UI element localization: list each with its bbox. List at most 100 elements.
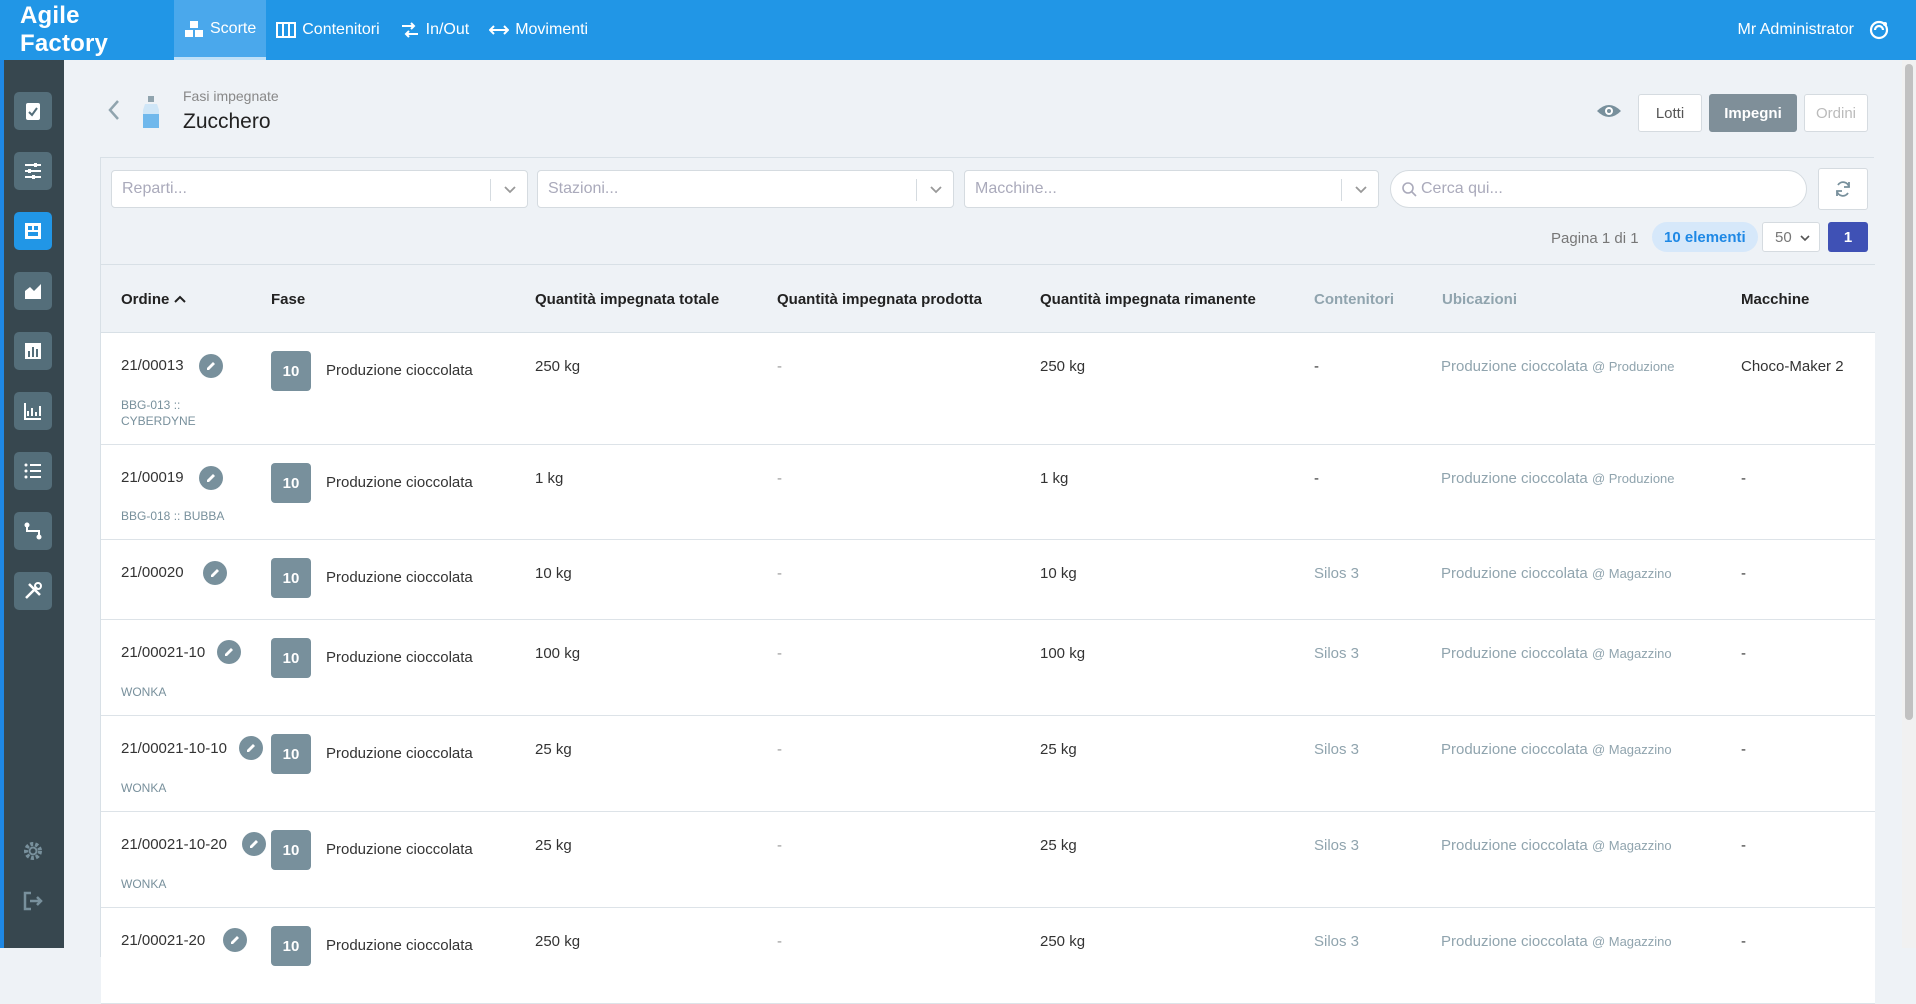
sidebar-item-reports[interactable] (14, 332, 52, 370)
nav-label: Movimenti (515, 21, 589, 38)
edit-button[interactable] (199, 354, 223, 378)
lotti-button[interactable]: Lotti (1638, 94, 1702, 132)
sidebar-item-logout[interactable] (18, 886, 48, 916)
scrollbar-thumb[interactable] (1905, 64, 1913, 720)
impegni-button[interactable]: Impegni (1709, 94, 1797, 132)
table-row[interactable]: 21/00021-20 10 Produzione cioccolata 250… (101, 908, 1875, 1004)
order-number[interactable]: 21/00021-10-10 (121, 740, 227, 757)
per-page-select[interactable]: 50 (1762, 222, 1820, 252)
column-fase[interactable]: Fase (271, 265, 305, 333)
contenitori-value[interactable]: Silos 3 (1314, 933, 1359, 950)
search-placeholder: Cerca qui... (1421, 180, 1503, 197)
nav-item-contenitori[interactable]: Contenitori (266, 0, 389, 60)
nav-item-movimenti[interactable]: Movimenti (479, 0, 598, 60)
order-number[interactable]: 21/00021-10 (121, 644, 205, 661)
ubicazione-name: Produzione cioccolata (1441, 933, 1588, 950)
ubicazione-place: @ Produzione (1591, 471, 1675, 486)
sidebar-item-list[interactable] (14, 452, 52, 490)
ubicazione-name: Produzione cioccolata (1441, 565, 1588, 582)
order-number[interactable]: 21/00021-20 (121, 932, 205, 949)
edit-button[interactable] (239, 736, 263, 760)
edit-button[interactable] (242, 832, 266, 856)
edit-button[interactable] (203, 561, 227, 585)
table-row[interactable]: 21/00019 BBG-018 :: BUBBA 10 Produzione … (101, 445, 1875, 540)
nav-label: In/Out (425, 21, 470, 38)
edit-button[interactable] (199, 466, 223, 490)
ordini-button[interactable]: Ordini (1804, 94, 1868, 132)
vertical-scrollbar[interactable] (1902, 60, 1916, 948)
table-row[interactable]: 21/00013 BBG-013 :: CYBERDYNE 10 Produzi… (101, 333, 1875, 445)
line-chart-icon (24, 403, 41, 420)
refresh-button[interactable] (1818, 168, 1868, 210)
edit-button[interactable] (217, 640, 241, 664)
select-separator (490, 179, 491, 201)
phase-name: Produzione cioccolata (326, 745, 473, 762)
breadcrumb[interactable]: Fasi impegnate (183, 88, 279, 104)
phase-number-badge: 10 (271, 463, 311, 503)
top-bar: Agile Factory Scorte Contenitori In/Out … (0, 0, 1916, 60)
search-input[interactable]: Cerca qui... (1390, 170, 1807, 208)
qt-totale: 250 kg (535, 933, 581, 950)
sidebar-item-routing[interactable] (14, 512, 52, 550)
order-number[interactable]: 21/00013 (121, 357, 184, 374)
contenitori-value[interactable]: Silos 3 (1314, 741, 1359, 758)
order-number[interactable]: 21/00019 (121, 469, 184, 486)
nav-item-in-out[interactable]: In/Out (390, 0, 480, 60)
arrows-icon (489, 25, 510, 35)
column-macchine[interactable]: Macchine (1741, 265, 1809, 333)
user-menu[interactable]: Mr Administrator (1738, 0, 1890, 60)
ubicazione-value: Produzione cioccolata @ Produzione (1441, 358, 1675, 375)
boxes-icon (185, 20, 203, 37)
table-row[interactable]: 21/00021-10-10 WONKA 10 Produzione ciocc… (101, 716, 1875, 812)
sidebar (0, 60, 64, 948)
macchine-value: - (1741, 565, 1746, 582)
eye-icon[interactable] (1596, 102, 1622, 120)
phase-name: Produzione cioccolata (326, 362, 473, 379)
phase-number-badge: 10 (271, 830, 311, 870)
contenitori-value[interactable]: Silos 3 (1314, 837, 1359, 854)
sidebar-item-tasks[interactable] (14, 92, 52, 130)
stazioni-select[interactable]: Stazioni... (537, 170, 954, 208)
ubicazione-place: @ Magazzino (1591, 646, 1672, 661)
edit-button[interactable] (223, 928, 247, 952)
order-number[interactable]: 21/00020 (121, 564, 184, 581)
phase-number-badge: 10 (271, 638, 311, 678)
ubicazione-value: Produzione cioccolata @ Magazzino (1441, 741, 1672, 758)
order-subtitle: WONKA (121, 877, 167, 891)
table-row[interactable]: 21/00021-10-20 WONKA 10 Produzione ciocc… (101, 812, 1875, 908)
nav-item-scorte[interactable]: Scorte (174, 0, 267, 60)
app-brand[interactable]: Agile Factory (0, 2, 174, 58)
sidebar-item-production[interactable] (14, 272, 52, 310)
column-qt-prodotta[interactable]: Quantità impegnata prodotta (777, 265, 982, 333)
phase-number-badge: 10 (271, 351, 311, 391)
table-row[interactable]: 21/00021-10 WONKA 10 Produzione cioccola… (101, 620, 1875, 716)
ubicazione-place: @ Produzione (1591, 359, 1675, 374)
qt-prodotta: - (777, 741, 782, 758)
sidebar-item-settings[interactable] (18, 836, 48, 866)
column-qt-totale[interactable]: Quantità impegnata totale (535, 265, 719, 333)
ubicazione-name: Produzione cioccolata (1441, 358, 1588, 375)
qt-totale: 250 kg (535, 358, 581, 375)
reparti-select[interactable]: Reparti... (111, 170, 528, 208)
back-arrow-icon[interactable] (106, 98, 122, 122)
macchine-select[interactable]: Macchine... (964, 170, 1379, 208)
contenitori-value[interactable]: Silos 3 (1314, 645, 1359, 662)
qt-prodotta: - (777, 645, 782, 662)
sidebar-item-tools[interactable] (14, 572, 52, 610)
ubicazione-value: Produzione cioccolata @ Magazzino (1441, 645, 1672, 662)
qt-rimanente: 250 kg (1040, 933, 1086, 950)
order-number[interactable]: 21/00021-10-20 (121, 836, 227, 853)
sidebar-item-warehouse[interactable] (14, 212, 52, 250)
macchine-value: - (1741, 645, 1746, 662)
contenitori-value[interactable]: Silos 3 (1314, 565, 1359, 582)
table-row[interactable]: 21/00020 10 Produzione cioccolata 10 kg … (101, 540, 1875, 620)
stazioni-placeholder: Stazioni... (548, 180, 619, 197)
sidebar-item-planning[interactable] (14, 152, 52, 190)
phase-name: Produzione cioccolata (326, 649, 473, 666)
pencil-icon (250, 840, 258, 848)
page-button-1[interactable]: 1 (1828, 222, 1868, 252)
column-ordine[interactable]: Ordine (121, 265, 187, 333)
column-qt-rimanente[interactable]: Quantità impegnata rimanente (1040, 265, 1256, 333)
sidebar-item-analytics[interactable] (14, 392, 52, 430)
ubicazione-place: @ Magazzino (1591, 566, 1672, 581)
